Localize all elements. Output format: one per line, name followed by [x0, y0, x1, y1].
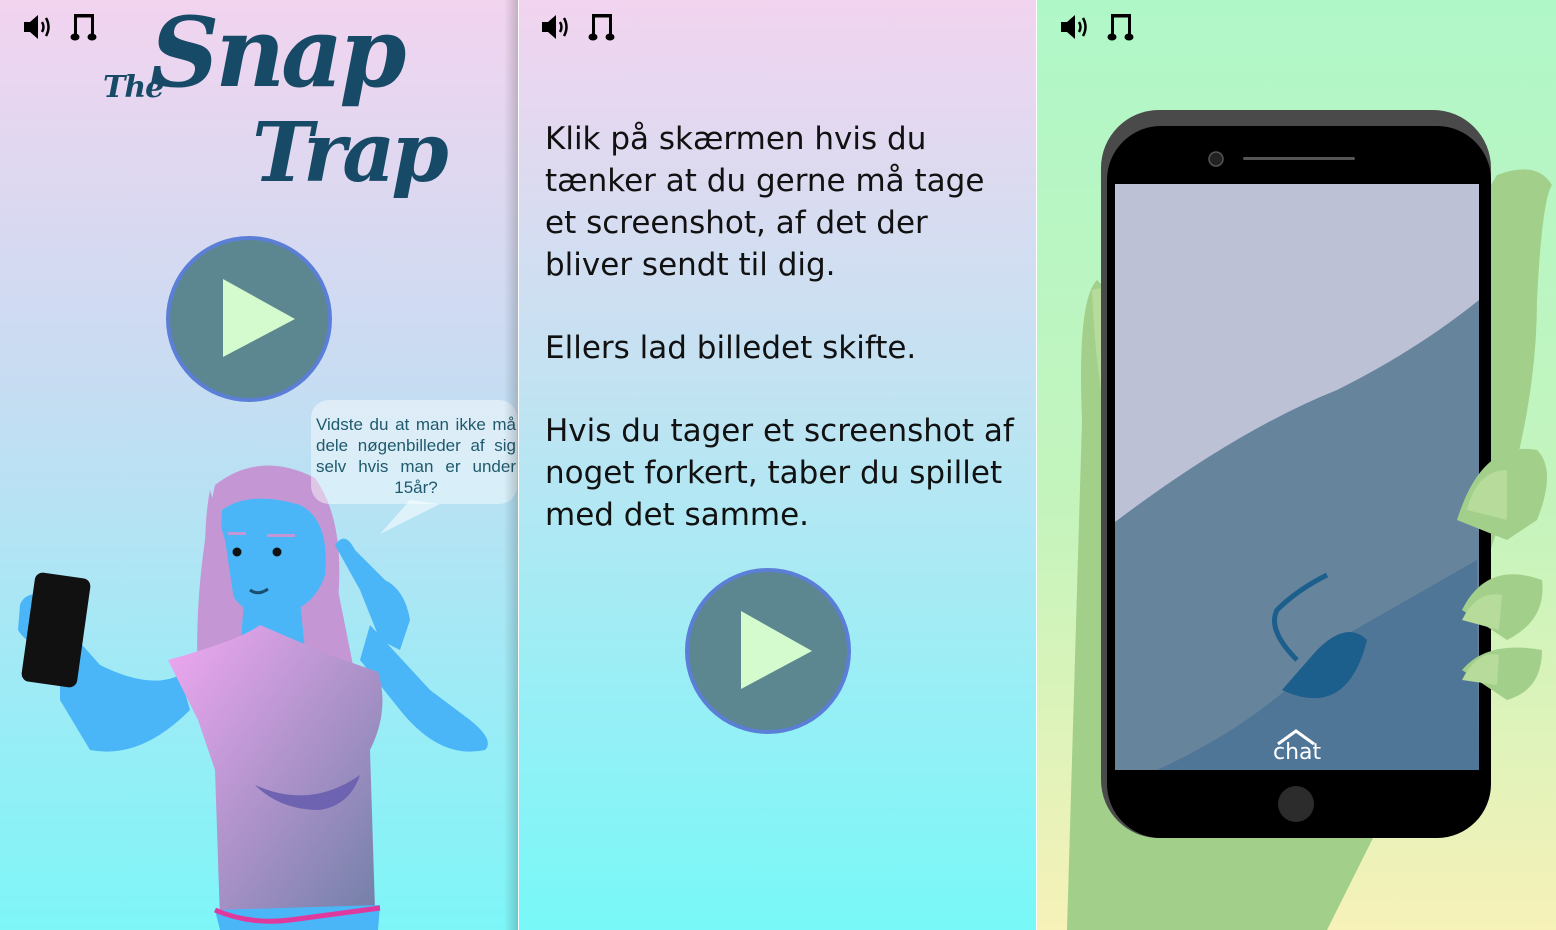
logo-snap: Snap — [150, 0, 406, 109]
instructions-text: Klik på skærmen hvis du tænker at du ger… — [545, 118, 1020, 577]
instruction-paragraph: Klik på skærmen hvis du tænker at du ger… — [545, 121, 985, 283]
logo-trap: Trap — [252, 105, 449, 201]
instruction-paragraph: Hvis du tager et screenshot af noget for… — [545, 413, 1014, 533]
hand-holding-phone-illustration — [1067, 110, 1552, 930]
play-button[interactable] — [684, 567, 852, 735]
speaker-icon[interactable] — [22, 13, 54, 41]
chat-button[interactable]: chat — [1273, 740, 1321, 765]
gameplay-screen: chat — [1037, 0, 1556, 930]
audio-controls — [22, 12, 98, 42]
speaker-icon[interactable] — [540, 13, 572, 41]
instruction-paragraph: Ellers lad billedet skifte. — [545, 330, 917, 366]
home-button — [1278, 786, 1314, 822]
bubble-tail — [380, 500, 440, 534]
music-note-icon[interactable] — [70, 12, 98, 42]
tip-text: Vidste du at man ikke må dele nøgenbille… — [316, 415, 516, 497]
audio-controls — [540, 12, 616, 42]
play-button[interactable] — [165, 235, 333, 403]
music-note-icon[interactable] — [588, 12, 616, 42]
start-screen: The Snap Trap Vidste du at man ikke må d… — [0, 0, 518, 930]
